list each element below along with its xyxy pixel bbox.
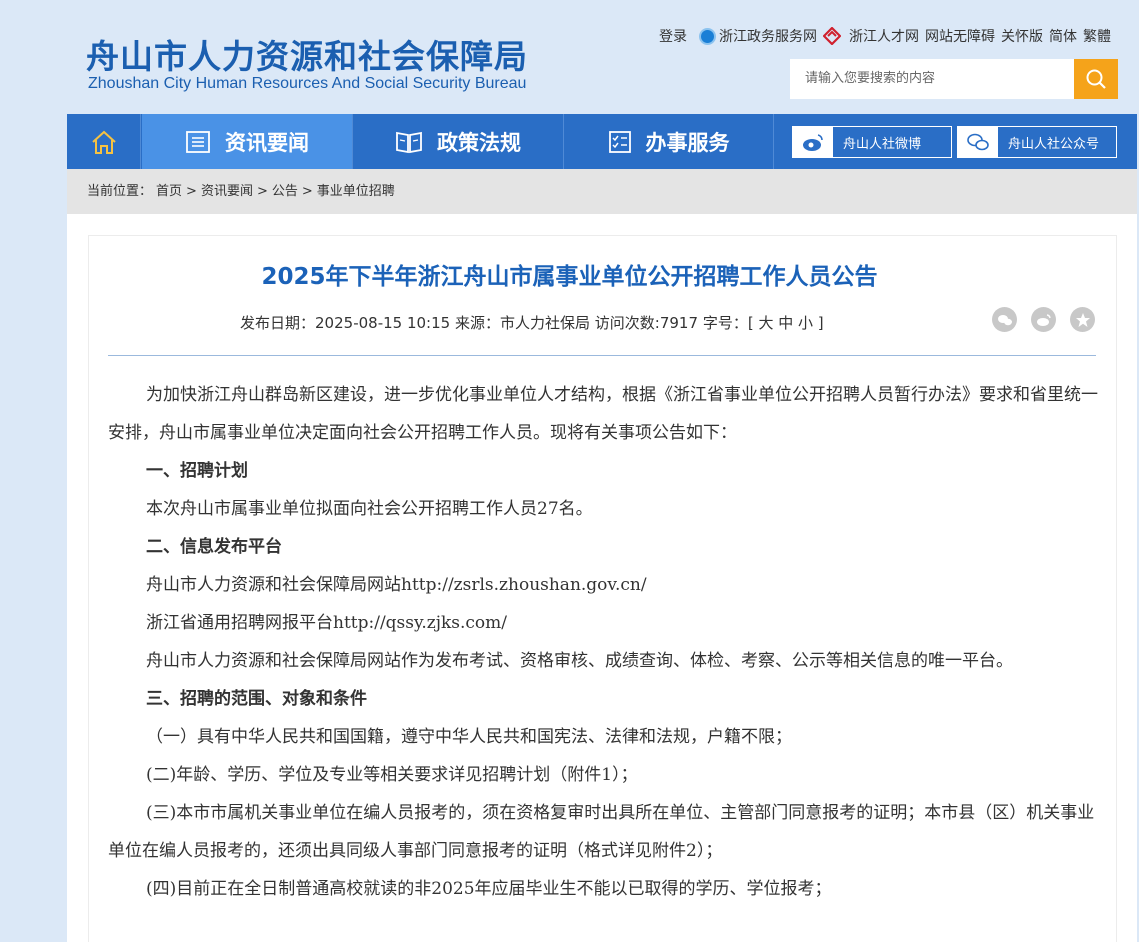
star-icon bbox=[1075, 312, 1090, 327]
search-input[interactable]: 请输入您要搜索的内容 bbox=[790, 59, 1074, 99]
source-label: 来源： bbox=[454, 314, 500, 332]
paragraph-platform-site[interactable]: 舟山市人力资源和社会保障局网站http://zsrls.zhoushan.gov… bbox=[108, 566, 1098, 604]
nav-service-label: 办事服务 bbox=[645, 130, 730, 155]
site-logo-cn[interactable]: 舟山市人力资源和社会保障局 bbox=[86, 30, 528, 78]
wechat-icon bbox=[958, 127, 998, 157]
paragraph-condition-3: (三)本市市属机关事业单位在编人员报考的，须在资格复审时出具所在单位、主管部门同… bbox=[108, 803, 1095, 861]
search-button[interactable] bbox=[1074, 59, 1118, 99]
nav-news-label: 资讯要闻 bbox=[225, 130, 309, 155]
breadcrumb-prefix: 当前位置： bbox=[87, 184, 153, 199]
traditional-link[interactable]: 繁體 bbox=[1083, 26, 1111, 46]
publish-date: 2025-08-15 10:15 bbox=[315, 314, 451, 332]
search-icon bbox=[1086, 69, 1106, 89]
wechat-button[interactable]: 舟山人社公众号 bbox=[957, 126, 1117, 158]
accessible-link[interactable]: 网站无障碍 bbox=[925, 26, 995, 46]
care-version-link[interactable]: 关怀版 bbox=[1001, 26, 1043, 46]
paragraph-platform-note: 舟山市人力资源和社会保障局网站作为发布考试、资格审核、成绩查询、体检、考察、公示… bbox=[146, 651, 1013, 671]
wechat-label: 舟山人社公众号 bbox=[1008, 136, 1100, 152]
checklist-icon bbox=[608, 130, 632, 154]
paragraph-condition-2: (二)年龄、学历、学位及专业等相关要求详见招聘计划（附件1）； bbox=[146, 765, 638, 785]
favorite-button[interactable] bbox=[1070, 307, 1095, 332]
share-wechat-button[interactable] bbox=[992, 307, 1017, 332]
breadcrumb-notice[interactable]: 公告 bbox=[272, 184, 298, 199]
title-divider bbox=[108, 355, 1096, 356]
article-title: 2025年下半年浙江舟山市属事业单位公开招聘工作人员公告 bbox=[261, 264, 878, 290]
source: 市人力社保局 bbox=[499, 314, 590, 332]
section-heading-scope: 三、招聘的范围、对象和条件 bbox=[146, 689, 367, 709]
paragraph-platform-zjks[interactable]: 浙江省通用招聘网报平台http://qssy.zjks.com/ bbox=[108, 604, 1098, 642]
views-label: 访问次数: bbox=[594, 314, 660, 332]
home-icon bbox=[91, 130, 116, 154]
nav-policy-label: 政策法规 bbox=[437, 130, 521, 155]
main-nav: 资讯要闻 政策法规 办事服务 舟山人社微博 舟山人社公众号 bbox=[67, 114, 1137, 169]
wechat-share-icon bbox=[997, 314, 1012, 325]
simplified-link[interactable]: 简体 bbox=[1049, 26, 1077, 46]
view-count: 7917 bbox=[659, 314, 699, 332]
login-link[interactable]: 登录 bbox=[659, 26, 687, 46]
nav-news[interactable]: 资讯要闻 bbox=[142, 114, 353, 169]
weibo-label: 舟山人社微博 bbox=[843, 136, 922, 152]
breadcrumb-recruit[interactable]: 事业单位招聘 bbox=[317, 184, 395, 199]
article-body: 为加快浙江舟山群岛新区建设，进一步优化事业单位人才结构，根据《浙江省事业单位公开… bbox=[108, 376, 1098, 908]
paragraph-intro: 为加快浙江舟山群岛新区建设，进一步优化事业单位人才结构，根据《浙江省事业单位公开… bbox=[108, 385, 1098, 443]
breadcrumb-news[interactable]: 资讯要闻 bbox=[201, 184, 253, 199]
nav-policy[interactable]: 政策法规 bbox=[353, 114, 564, 169]
article-meta: 发布日期：2025-08-15 10:15 来源：市人力社保局 访问次数:791… bbox=[240, 312, 824, 333]
weibo-button[interactable]: 舟山人社微博 bbox=[792, 126, 952, 158]
talent-logo-icon bbox=[823, 27, 841, 45]
zjzw-link[interactable]: 浙江政务服务网 bbox=[719, 26, 817, 46]
breadcrumb-home[interactable]: 首页 bbox=[156, 184, 182, 199]
font-size-label: 字号： bbox=[702, 314, 748, 332]
book-icon bbox=[395, 130, 423, 154]
nav-service[interactable]: 办事服务 bbox=[564, 114, 774, 169]
weibo-icon bbox=[793, 127, 833, 157]
weibo-share-icon bbox=[1036, 313, 1051, 326]
font-size-switcher[interactable]: [ 大 中 小 ] bbox=[748, 314, 824, 332]
paragraph-plan: 本次舟山市属事业单位拟面向社会公开招聘工作人员27名。 bbox=[146, 499, 593, 519]
date-label: 发布日期： bbox=[240, 314, 316, 332]
section-heading-plan: 一、招聘计划 bbox=[146, 461, 248, 481]
news-icon bbox=[185, 130, 211, 154]
top-links: 登录 浙江政务服务网 浙江人才网 网站无障碍 关怀版 简体 繁體 bbox=[653, 26, 1111, 46]
zjrc-link[interactable]: 浙江人才网 bbox=[849, 26, 919, 46]
site-logo-en[interactable]: Zhoushan City Human Resources And Social… bbox=[88, 75, 526, 93]
paragraph-condition-4: (四)目前正在全日制普通高校就读的非2025年应届毕业生不能以已取得的学历、学位… bbox=[146, 879, 832, 899]
breadcrumb: 当前位置： 首页 > 资讯要闻 > 公告 > 事业单位招聘 bbox=[67, 169, 1137, 214]
nav-home[interactable] bbox=[67, 114, 141, 169]
paragraph-condition-1: （一）具有中华人民共和国国籍，遵守中华人民共和国宪法、法律和法规，户籍不限； bbox=[146, 727, 792, 747]
site-header: 舟山市人力资源和社会保障局 Zhoushan City Human Resour… bbox=[0, 0, 1139, 114]
share-weibo-button[interactable] bbox=[1031, 307, 1056, 332]
zhejiang-gov-icon bbox=[699, 27, 716, 45]
section-heading-platform: 二、信息发布平台 bbox=[146, 537, 282, 557]
